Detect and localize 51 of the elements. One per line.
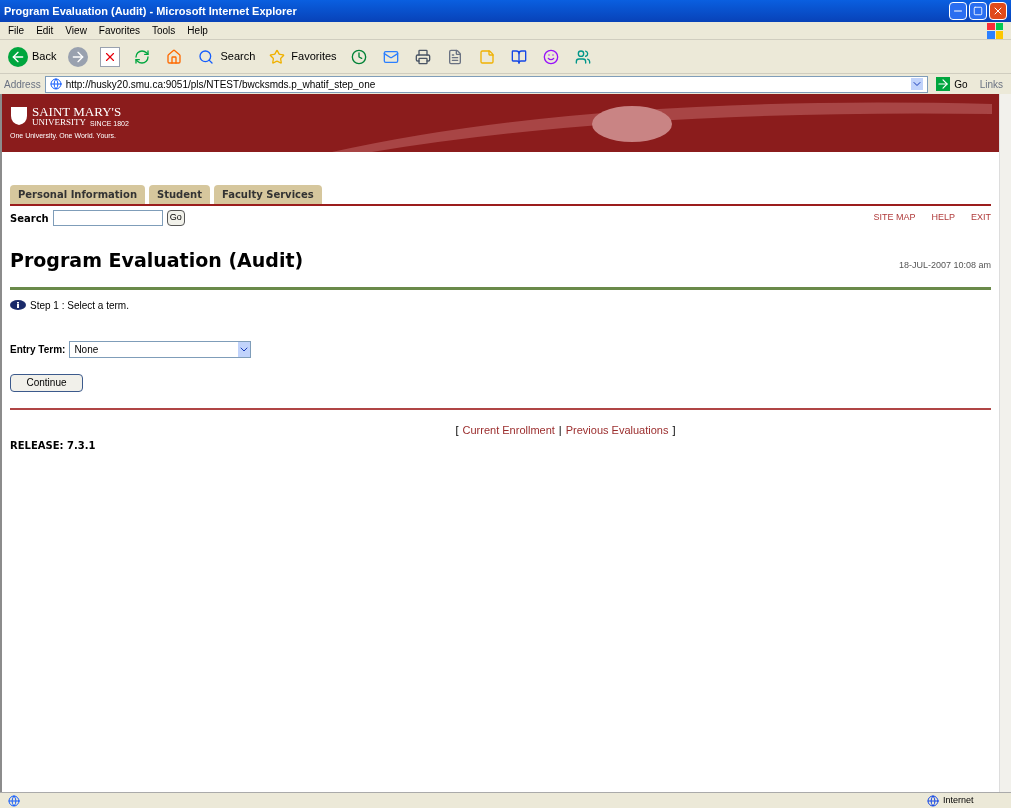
minimize-button[interactable] (949, 2, 967, 20)
current-enrollment-link[interactable]: Current Enrollment (462, 421, 555, 438)
bracket-text: [ (455, 422, 459, 438)
links-button[interactable]: Links (975, 76, 1007, 92)
menu-item[interactable]: File (8, 23, 25, 38)
address-field[interactable]: http://husky20.smu.ca:9051/pls/NTEST/bwcksmds.p_whatif_step_one (44, 75, 929, 93)
crest-icon (10, 105, 28, 126)
url-text: http://husky20.smu.ca:9051/pls/NTEST/bwcksmds.p_whatif_step_one (65, 77, 377, 92)
university-name: SAINT MARY'S (32, 104, 123, 118)
favorites-button[interactable]: Favorites (263, 42, 341, 71)
nav-tab[interactable]: Personal Information (10, 185, 145, 204)
globe-icon (927, 794, 939, 807)
university-subtitle: UNIVERSITY (32, 117, 86, 127)
continue-button[interactable]: Continue (10, 373, 83, 392)
menu-item[interactable]: Tools (152, 23, 176, 38)
address-label: Address (4, 77, 41, 92)
page-icon (49, 78, 62, 90)
page-icon (8, 794, 20, 807)
close-icon (992, 5, 1004, 17)
window-title: Program Evaluation (Audit) - Microsoft Internet Explorer (4, 3, 298, 19)
nav-tab[interactable]: Faculty Services (213, 185, 322, 204)
release-version: RELEASE: 7.3.1 (10, 439, 97, 453)
menu-item[interactable]: View (65, 23, 87, 38)
zone-text: Internet (943, 793, 975, 807)
nav-tab[interactable]: Student (149, 185, 210, 204)
header-link[interactable]: EXIT (971, 211, 991, 225)
search-button[interactable]: Search (192, 42, 260, 71)
go-button[interactable]: Go (166, 210, 185, 226)
header-link[interactable]: SITE MAP (873, 211, 916, 225)
back-icon (8, 46, 28, 67)
menu-item[interactable]: Help (187, 23, 208, 38)
windows-logo-icon (987, 22, 1003, 39)
search-label: Search (10, 211, 49, 226)
back-button[interactable]: Back (4, 42, 61, 71)
bracket-text: ] (672, 422, 676, 438)
timestamp: 18-JUL-2007 10:08 am (898, 259, 991, 272)
info-icon (10, 300, 26, 310)
header-link[interactable]: HELP (931, 211, 955, 225)
menu-item[interactable]: Edit (36, 23, 54, 38)
previous-evaluations-link[interactable]: Previous Evaluations (565, 421, 669, 438)
go-button[interactable]: Go (932, 76, 972, 92)
entry-term-dropdown[interactable]: None (69, 340, 252, 358)
page-title: Program Evaluation (Audit) (10, 248, 305, 273)
restore-icon (973, 6, 983, 16)
menu-item[interactable]: Favorites (98, 23, 140, 38)
search-field[interactable] (52, 210, 163, 226)
close-button[interactable] (989, 2, 1007, 20)
step-instruction: Step 1 : Select a term. (30, 298, 129, 313)
restore-button[interactable] (969, 2, 987, 20)
entry-term-label: Entry Term: (10, 342, 66, 357)
separator-text: | (558, 422, 562, 438)
